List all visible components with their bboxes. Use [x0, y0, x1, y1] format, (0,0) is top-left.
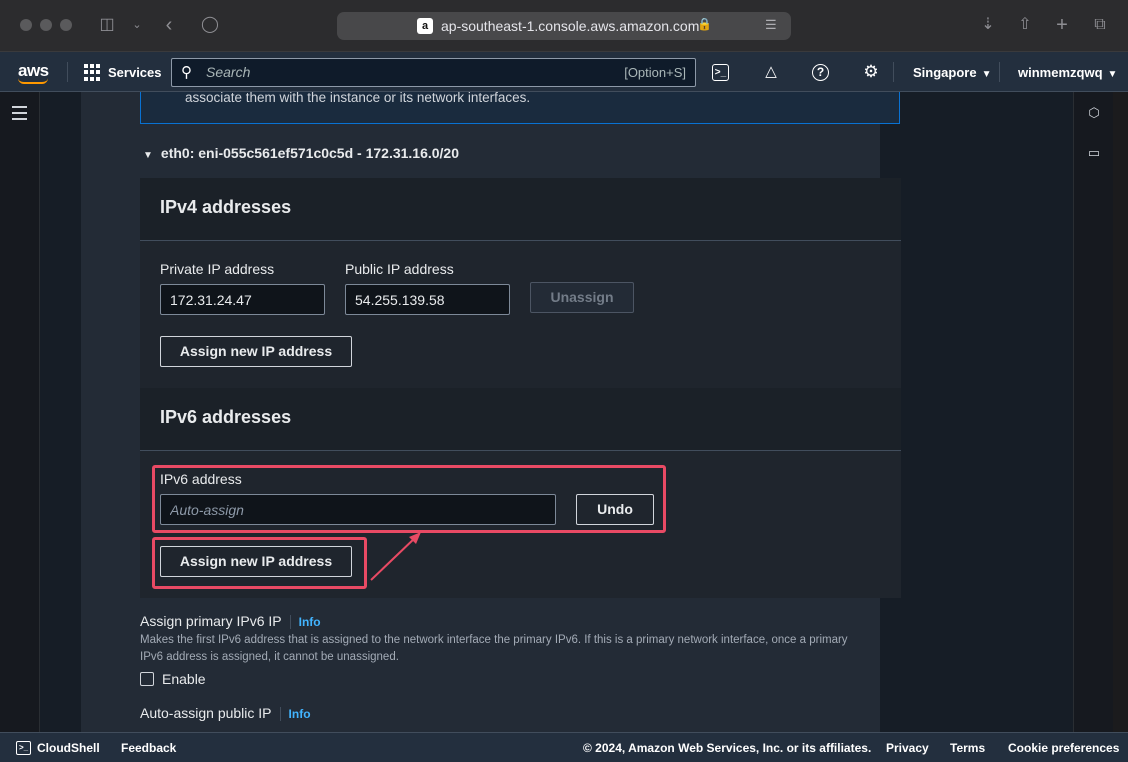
minimize-window-dot[interactable] [40, 19, 52, 31]
assign-primary-ipv6-section: Assign primary IPv6 IP Info [140, 613, 321, 629]
services-grid-icon[interactable] [84, 64, 101, 81]
eni-header-text: eth0: eni-055c561ef571c0c5d - 172.31.16.… [160, 145, 460, 161]
ipv4-card: IPv4 addresses Private IP address Public… [140, 178, 901, 388]
highlight-box-assign-button [152, 537, 367, 589]
private-ip-label: Private IP address [160, 261, 275, 277]
annotation-arrow-icon [370, 532, 421, 581]
browser-toolbar: ◫ ⌄ ‹ ◯ a ap-southeast-1.console.aws.ama… [0, 0, 1128, 52]
ipv4-card-header: IPv4 addresses [140, 178, 901, 241]
close-window-dot[interactable] [20, 19, 32, 31]
info-alert: associate them with the instance or its … [140, 92, 900, 124]
unassign-button[interactable]: Unassign [530, 282, 634, 313]
region-selector[interactable]: Singapore ▼ [913, 65, 991, 80]
aws-smile-icon [18, 78, 48, 84]
lock-icon: 🔒 [697, 17, 712, 31]
tab-overview-icon[interactable]: ⧉ [1089, 14, 1111, 36]
primary-ipv6-description: Makes the first IPv6 address that is ass… [140, 634, 848, 663]
auto-assign-public-ip-label: Auto-assign public IP [140, 705, 272, 721]
public-ip-input[interactable] [345, 284, 510, 315]
divider [67, 62, 68, 82]
public-ip-label: Public IP address [345, 261, 454, 277]
private-ip-input[interactable] [160, 284, 325, 315]
assign-new-ipv4-button[interactable]: Assign new IP address [160, 336, 352, 367]
eni-expand-toggle[interactable]: ▼ eth0: eni-055c561ef571c0c5d - 172.31.16… [143, 145, 459, 161]
highlight-box-ipv6-field [152, 465, 666, 533]
cloudshell-link[interactable]: CloudShell [37, 741, 100, 755]
caret-down-icon: ▼ [1107, 69, 1118, 80]
form-panel: associate them with the instance or its … [81, 92, 901, 732]
main-content: associate them with the instance or its … [40, 92, 1073, 732]
sidebar-toggle-icon[interactable]: ◫ [96, 14, 118, 36]
ipv4-title: IPv4 addresses [160, 197, 292, 217]
enable-label: Enable [162, 671, 206, 687]
cookie-preferences-link[interactable]: Cookie preferences [1008, 741, 1119, 755]
alert-text: associate them with the instance or its … [185, 92, 531, 105]
hexagon-panel-icon[interactable]: ⬡ [1085, 104, 1103, 122]
search-box[interactable]: ⚲ [Option+S] [171, 58, 696, 87]
downloads-icon[interactable]: ⇣ [977, 14, 999, 36]
back-icon[interactable]: ‹ [158, 14, 180, 36]
copyright-text: © 2024, Amazon Web Services, Inc. or its… [583, 741, 872, 755]
feedback-link[interactable]: Feedback [121, 741, 176, 755]
hamburger-menu-icon[interactable] [12, 106, 27, 124]
search-icon: ⚲ [181, 64, 192, 81]
cloudshell-icon[interactable]: >_ [712, 64, 729, 81]
enable-primary-ipv6-checkbox[interactable] [140, 672, 154, 686]
cloudshell-icon[interactable]: >_ [16, 741, 31, 755]
terms-link[interactable]: Terms [950, 741, 985, 755]
services-menu[interactable]: Services [108, 65, 162, 80]
divider [999, 62, 1000, 82]
reader-mode-icon[interactable]: ☰ [765, 17, 777, 33]
console-footer: >_ CloudShell Feedback © 2024, Amazon We… [0, 732, 1128, 762]
left-side-rail [0, 92, 40, 732]
search-input[interactable] [206, 64, 586, 80]
address-bar[interactable]: a ap-southeast-1.console.aws.amazon.com … [337, 12, 791, 40]
right-side-rail: ⬡ ▭ [1073, 92, 1113, 732]
aws-top-navigation: aws Services ⚲ [Option+S] >_ △ ? ⚙ Singa… [0, 52, 1128, 92]
chevron-down-icon[interactable]: ⌄ [126, 14, 148, 36]
help-icon[interactable]: ? [812, 64, 829, 81]
account-menu[interactable]: winmemzqwq ▼ [1018, 65, 1117, 80]
auto-public-ip-info-link[interactable]: Info [279, 707, 311, 721]
amazon-favicon-icon: a [417, 18, 433, 34]
assign-primary-ipv6-label: Assign primary IPv6 IP [140, 613, 282, 629]
ipv6-title: IPv6 addresses [160, 407, 292, 427]
search-shortcut-hint: [Option+S] [624, 65, 686, 80]
auto-assign-public-ip-section: Auto-assign public IP Info [140, 705, 311, 721]
scrollbar[interactable] [1113, 92, 1128, 732]
share-icon[interactable]: ⇧ [1014, 14, 1036, 36]
notifications-bell-icon[interactable]: △ [761, 62, 781, 82]
ipv6-card-header: IPv6 addresses [140, 388, 901, 451]
caret-down-icon: ▼ [981, 69, 992, 80]
url-text: ap-southeast-1.console.aws.amazon.com [441, 18, 700, 34]
caret-down-icon: ▼ [143, 150, 153, 161]
shield-icon[interactable]: ◯ [199, 14, 221, 36]
divider [893, 62, 894, 82]
primary-ipv6-info-link[interactable]: Info [289, 615, 321, 629]
new-tab-icon[interactable]: + [1051, 14, 1073, 36]
privacy-link[interactable]: Privacy [886, 741, 929, 755]
settings-gear-icon[interactable]: ⚙ [861, 62, 881, 82]
zoom-window-dot[interactable] [60, 19, 72, 31]
screen-panel-icon[interactable]: ▭ [1085, 144, 1103, 162]
